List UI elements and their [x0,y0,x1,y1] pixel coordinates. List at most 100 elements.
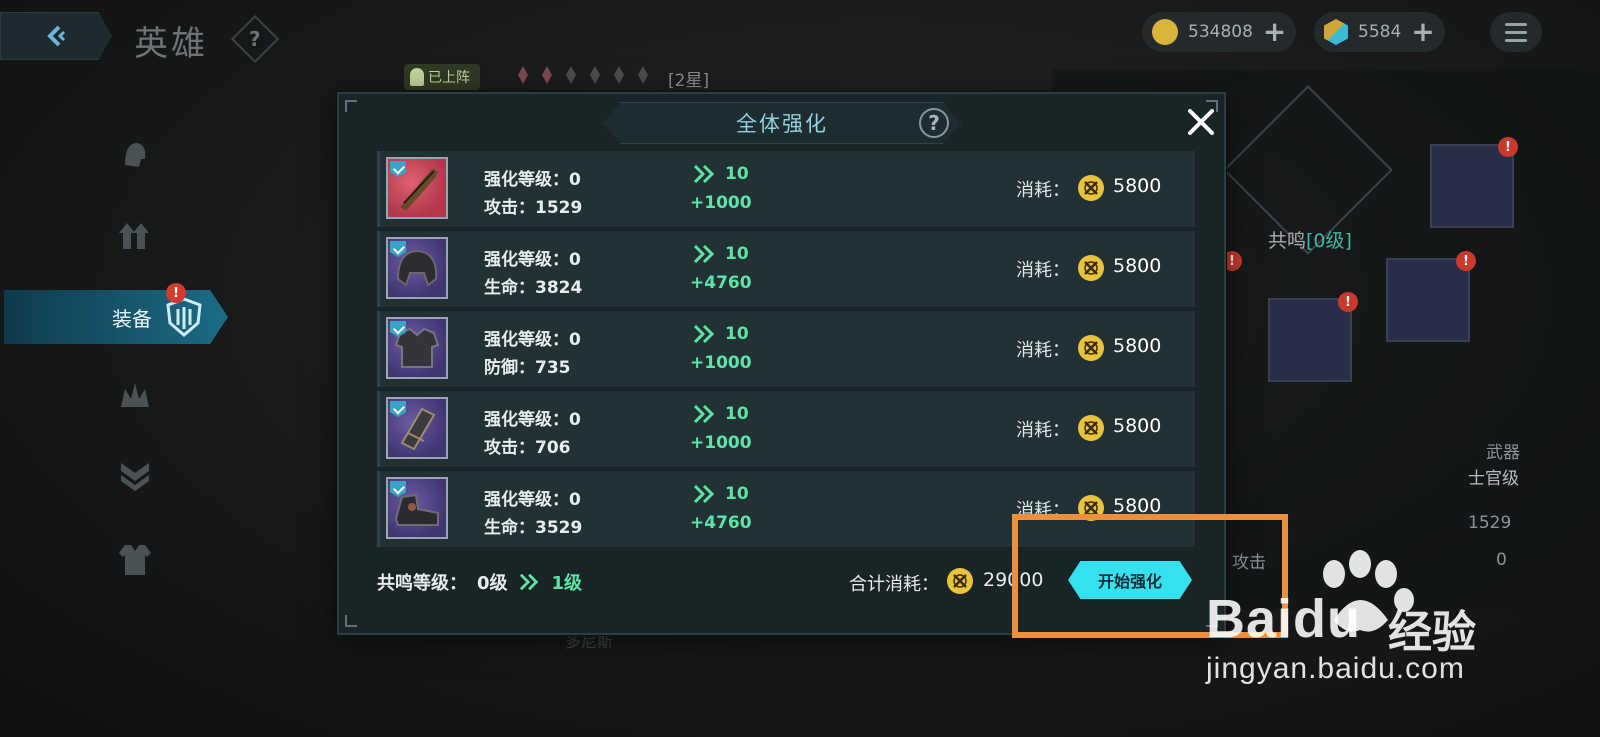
equipment-row: 强化等级：0 攻击：1529 10 +1000 消耗： 5800 [377,151,1195,227]
equipment-list: 强化等级：0 攻击：1529 10 +1000 消耗： 5800 强化等级：0 … [377,151,1195,551]
stat-gain: +1000 [690,353,752,373]
gem-amount: 5584 [1358,22,1402,42]
gold-coin-icon [1078,335,1104,361]
star-rating [518,66,648,84]
nav-rank[interactable] [110,450,160,500]
dialog-header: 全体强化 [603,102,961,144]
upgrade-arrows-icon [119,223,149,249]
menu-button[interactable] [1490,12,1542,52]
nav-equipment-active[interactable]: 装备 [4,290,228,344]
slot-alert-badge: ! [1456,251,1476,271]
nav-upgrade[interactable] [110,210,160,260]
add-gem-button[interactable]: + [1411,18,1434,46]
double-arrow-icon [519,573,538,591]
stat-gain: +1000 [690,433,752,453]
weapon-label: 武器 [1486,443,1520,463]
stat-value: 1529 [1468,513,1512,533]
cost-label: 消耗： [1016,180,1070,201]
gold-coin-icon [947,568,973,594]
gold-coin-icon [1078,255,1104,281]
new-level: 10 [725,244,749,264]
resonance-label: 共鸣[0级] [1268,230,1352,252]
resonance-level-label: 共鸣等级： [377,573,467,594]
star-empty-icon [614,66,624,84]
resonance-next: 1级 [551,573,583,594]
shield-icon [166,297,202,337]
equipment-row: 强化等级：0 攻击：706 10 +1000 消耗： 5800 [377,391,1195,467]
stat-gain: +4760 [690,273,752,293]
cost-value: 5800 [1113,255,1162,277]
watermark-brand: Baidu [1206,589,1362,649]
soldier-icon [410,68,424,86]
page-title: 英雄 [134,24,208,64]
close-button[interactable] [1183,104,1219,140]
help-button[interactable]: ? [230,14,280,64]
double-arrow-icon [693,244,715,264]
double-arrow-icon [693,404,715,424]
gem-currency: 5584 + [1314,12,1445,52]
new-level: 10 [725,164,749,184]
uniform-icon [119,545,151,575]
gold-currency: 534808 + [1142,12,1297,52]
double-arrow-icon [693,164,715,184]
cost-value: 5800 [1113,335,1162,357]
help-icon[interactable]: ? [919,108,949,138]
resonance-current: 0级 [477,573,508,594]
star-filled-icon [518,66,528,84]
star-empty-icon [566,66,576,84]
notification-badge: ! [166,283,186,303]
stat-gain: +4760 [690,513,752,533]
cost-value: 5800 [1113,175,1162,197]
weapon-thumbnail[interactable] [386,157,448,219]
equip-slot-boots[interactable] [1386,258,1470,342]
bracer-thumbnail[interactable] [386,397,448,459]
nav-skills[interactable] [110,370,160,420]
cost-label: 消耗： [1016,340,1070,361]
slot-alert-badge: ! [1498,137,1518,157]
double-arrow-icon [693,484,715,504]
resonance-summary: 共鸣等级： 0级 1级 [377,569,582,595]
baidu-jingyan-watermark: Baidu 经验 jingyan.baidu.com [1196,550,1576,700]
double-arrow-icon [693,324,715,344]
gold-coin-icon [1078,415,1104,441]
deploy-status-badge: 已上阵 [404,64,480,90]
cost-value: 5800 [1113,415,1162,437]
new-level: 10 [725,404,749,424]
cost-label: 消耗： [1016,420,1070,441]
gold-coin-icon [1078,175,1104,201]
rank-chevron-icon [121,463,149,491]
nav-outfit[interactable] [110,534,160,584]
watermark-url: jingyan.baidu.com [1206,652,1465,685]
equip-slot-armor[interactable] [1430,144,1514,228]
add-gold-button[interactable]: + [1263,18,1286,46]
new-level: 10 [725,324,749,344]
star-empty-icon [638,66,648,84]
gem-icon [1324,19,1348,45]
total-cost-label: 合计消耗： [849,574,939,595]
gold-amount: 534808 [1188,22,1253,42]
new-level: 10 [725,484,749,504]
dialog-title: 全体强化 [736,112,828,136]
helmet-thumbnail[interactable] [386,237,448,299]
armor-thumbnail[interactable] [386,317,448,379]
equipment-row: 强化等级：0 生命：3824 10 +4760 消耗： 5800 [377,231,1195,307]
helmet-head-icon [125,143,146,167]
star-filled-icon [542,66,552,84]
rank-label: 士官级 [1468,469,1519,489]
back-arrow-icon [47,25,66,47]
cost-label: 消耗： [1016,260,1070,281]
slot-alert-badge: ! [1338,292,1358,312]
stat-gain: +1000 [690,193,752,213]
close-icon [1188,109,1214,135]
star-empty-icon [590,66,600,84]
claw-icon [121,383,149,407]
nav-hero-profile[interactable] [110,130,160,180]
star-level-label: [2星] [668,71,710,91]
back-button[interactable] [0,12,112,60]
gold-coin-icon [1152,19,1178,45]
top-bar: 英雄 ? 534808 + 5584 + [0,0,1600,70]
boots-thumbnail[interactable] [386,477,448,539]
equipment-row: 强化等级：0 防御：735 10 +1000 消耗： 5800 [377,311,1195,387]
watermark-suffix: 经验 [1388,607,1476,658]
equip-slot-bracer[interactable] [1268,298,1352,382]
